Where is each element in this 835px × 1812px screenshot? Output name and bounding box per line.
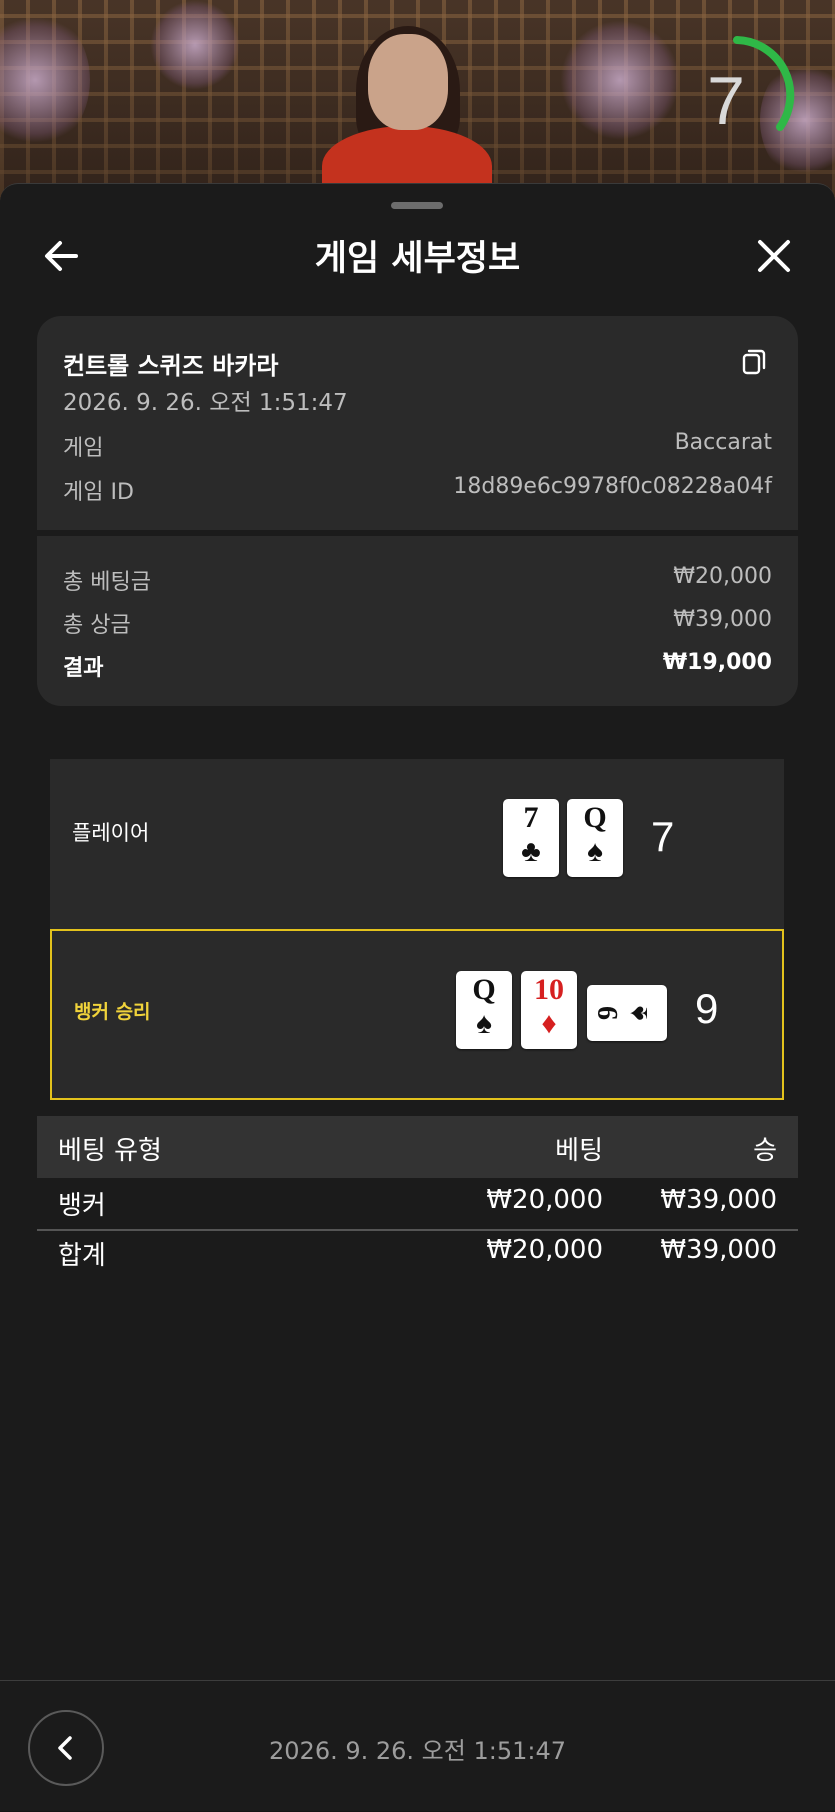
player-score: 7 — [651, 813, 675, 860]
total-win-label: 총 상금 — [63, 613, 131, 638]
page-title: 게임 세부정보 — [314, 239, 521, 279]
table-cell: 뱅커 — [58, 1191, 106, 1221]
table-header: 베팅 유형 베팅 승 — [37, 1116, 798, 1178]
game-type-label: 게임 — [63, 436, 104, 461]
copy-button[interactable] — [739, 346, 769, 376]
playing-card: 10 ♦ — [521, 971, 577, 1049]
blossom-decor — [560, 20, 680, 140]
live-video-background: 7 — [0, 0, 835, 200]
card-suit: ♣ — [521, 835, 541, 868]
table-cell: 합계 — [58, 1241, 106, 1271]
table-cell: ₩20,000 — [486, 1185, 603, 1215]
game-type-value: Baccarat — [674, 430, 772, 455]
blossom-decor — [150, 0, 240, 90]
divider — [37, 530, 798, 536]
table-cell: ₩20,000 — [486, 1235, 603, 1265]
playing-card: Q ♠ — [456, 971, 512, 1049]
card-rank: 10 — [534, 973, 564, 1006]
game-id-label: 게임 ID — [63, 480, 134, 505]
banker-score: 9 — [695, 985, 719, 1032]
column-header: 베팅 유형 — [58, 1136, 162, 1166]
result-label: 결과 — [63, 656, 104, 681]
row-divider — [37, 1229, 798, 1231]
game-name: 컨트롤 스퀴즈 바카라 — [63, 352, 279, 380]
footer-bar: 2026. 9. 26. 오전 1:51:47 — [0, 1680, 835, 1812]
table-cell: ₩39,000 — [660, 1235, 777, 1265]
result-value: ₩19,000 — [662, 650, 772, 675]
card-suit: ♠ — [476, 1007, 492, 1040]
card-suit: ♦ — [541, 1007, 557, 1040]
player-hand-label: 플레이어 — [72, 821, 150, 845]
footer-datetime: 2026. 9. 26. 오전 1:51:47 — [269, 1737, 566, 1765]
close-button[interactable] — [752, 234, 796, 278]
card-rank: 7 — [523, 801, 539, 834]
playing-card-rotated: 9 ♠ — [587, 985, 667, 1041]
playing-card: Q ♠ — [567, 799, 623, 877]
countdown-timer-value: 7 — [707, 63, 745, 139]
game-id-value: 18d89e6c9978f0c08228a04f — [453, 474, 772, 499]
game-datetime: 2026. 9. 26. 오전 1:51:47 — [63, 390, 348, 416]
card-rank: Q — [583, 801, 607, 834]
playing-card: 7 ♣ — [503, 799, 559, 877]
player-hand: 플레이어 7 ♣ Q ♠ 7 — [50, 759, 784, 929]
banker-hand-label: 뱅커 승리 — [74, 1001, 151, 1023]
banker-hand: 뱅커 승리 Q ♠ 10 ♦ 9 ♠ 9 — [50, 929, 784, 1100]
rotated-card-face: 9 ♠ — [593, 973, 655, 1053]
game-details-sheet: 게임 세부정보 컨트롤 스퀴즈 바카라 2026. 9. 26. 오전 1:51… — [0, 183, 835, 1811]
card-suit: ♠ — [587, 835, 603, 868]
total-bet-label: 총 베팅금 — [63, 570, 151, 595]
column-header: 승 — [753, 1136, 777, 1166]
table-cell: ₩39,000 — [660, 1185, 777, 1215]
game-summary-card: 컨트롤 스퀴즈 바카라 2026. 9. 26. 오전 1:51:47 게임 B… — [37, 316, 798, 706]
dealer-face — [368, 34, 448, 130]
total-bet-value: ₩20,000 — [673, 564, 772, 589]
card-rank: 9 — [593, 1006, 624, 1020]
card-rank: Q — [472, 973, 496, 1006]
close-icon — [758, 240, 790, 272]
total-win-value: ₩39,000 — [673, 607, 772, 632]
copy-icon — [742, 349, 766, 375]
drag-handle[interactable] — [391, 202, 443, 209]
column-header: 베팅 — [555, 1136, 603, 1166]
card-suit: ♠ — [623, 1005, 654, 1021]
